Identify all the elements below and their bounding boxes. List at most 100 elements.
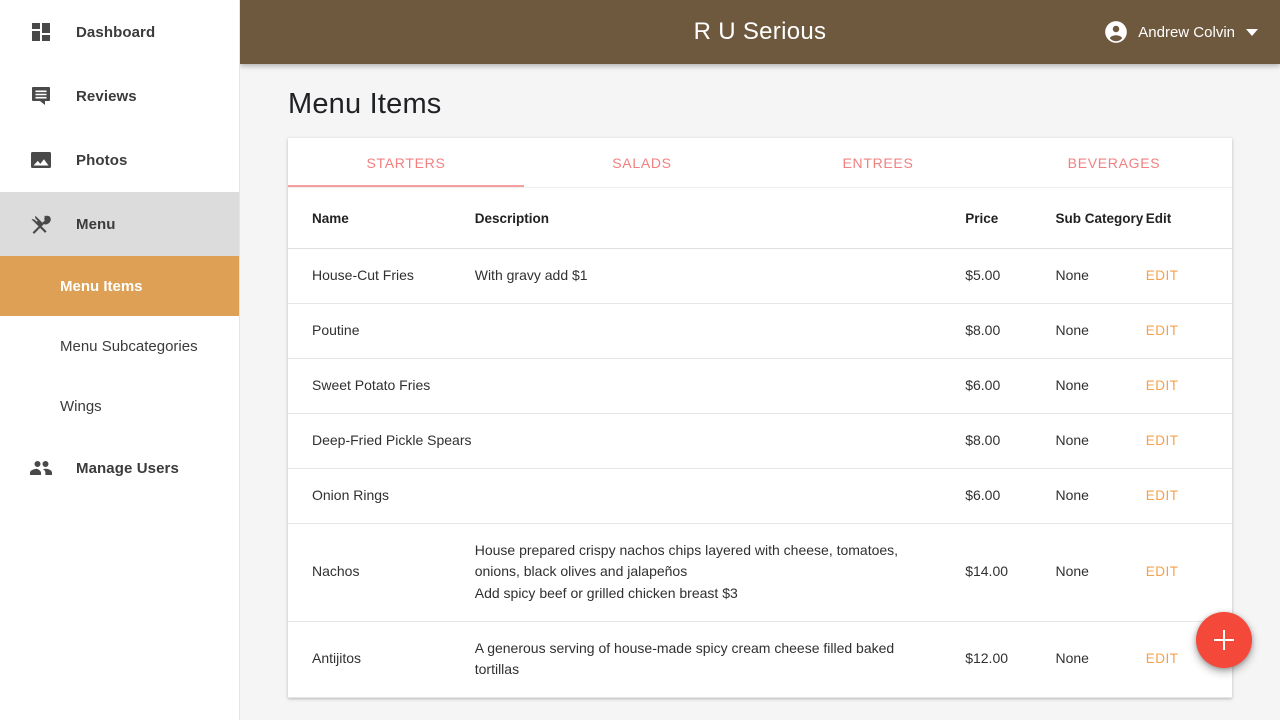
sidebar-subitem-menu-items[interactable]: Menu Items [0,256,239,316]
cell-description: House prepared crispy nachos chips layer… [474,523,966,622]
sidebar-item-label: Reviews [76,87,137,105]
cell-edit: EDIT [1145,358,1232,414]
tab-label: STARTERS [366,154,446,171]
table-row: Antijitos A generous serving of house-mad… [288,621,1232,698]
edit-link[interactable]: EDIT [1146,564,1179,579]
tab-salads[interactable]: SALADS [524,138,760,187]
sidebar-item-reviews[interactable]: Reviews [0,64,239,128]
description-line: onions, black olives and jalapeños [474,563,688,580]
cell-price: $14.00 [965,523,1056,622]
edit-link[interactable]: EDIT [1146,433,1179,448]
cell-subcategory: None [1055,303,1146,359]
description-line: House prepared crispy nachos chips layer… [474,541,899,558]
cell-subcategory: None [1055,413,1146,469]
edit-link[interactable]: EDIT [1146,323,1179,338]
top-app-bar: R U Serious Andrew Colvin [240,0,1280,64]
cell-subcategory: None [1055,621,1146,698]
sidebar-item-label: Photos [76,151,128,169]
sidebar: Dashboard Reviews Photos Menu Menu Items… [0,0,240,720]
edit-link[interactable]: EDIT [1146,268,1179,283]
cell-subcategory: None [1055,523,1146,622]
people-group-icon [28,455,54,481]
column-header-edit: Edit [1145,188,1232,249]
cell-name: Poutine [288,303,475,359]
description-line: A generous serving of house-made spicy c… [474,639,895,656]
sidebar-item-menu[interactable]: Menu [0,192,239,256]
menu-items-table: Name Description Price Sub Category Edit… [288,188,1232,698]
description-line: With gravy add $1 [474,267,588,284]
cell-name: Deep-Fried Pickle Spears [288,413,475,469]
menu-items-card: STARTERS SALADS ENTREES BEVERAGES Name D… [288,138,1232,698]
cell-price: $6.00 [965,358,1056,414]
edit-link[interactable]: EDIT [1146,651,1179,666]
table-body: House-Cut Fries With gravy add $1 $5.00 Non… [288,248,1232,698]
sidebar-subitem-label: Menu Items [60,277,143,295]
page-title: Menu Items [288,88,442,120]
tab-starters[interactable]: STARTERS [288,138,524,187]
cell-name: House-Cut Fries [288,248,475,304]
table-header: Name Description Price Sub Category Edit [288,188,1232,249]
sidebar-item-label: Menu [76,215,116,233]
sidebar-item-manage-users[interactable]: Manage Users [0,436,239,500]
account-circle-icon [1105,21,1128,43]
edit-link[interactable]: EDIT [1146,488,1179,503]
table-row: Nachos House prepared crispy nachos chips… [288,523,1232,622]
sidebar-item-photos[interactable]: Photos [0,128,239,192]
cell-name: Nachos [288,523,475,622]
cell-description [474,413,966,469]
tab-entrees[interactable]: ENTREES [760,138,996,187]
cell-price: $6.00 [965,468,1056,524]
cell-edit: EDIT [1145,303,1232,359]
cell-edit: EDIT [1145,468,1232,524]
cell-edit: EDIT [1145,413,1232,469]
description-line: tortillas [474,661,520,678]
sidebar-subitem-wings[interactable]: Wings [0,376,239,436]
account-name-label: Andrew Colvin [1138,23,1235,41]
column-header-name: Name [288,188,475,249]
edit-link[interactable]: EDIT [1146,378,1179,393]
cell-name: Onion Rings [288,468,475,524]
add-menu-item-fab[interactable] [1196,612,1252,668]
cell-price: $12.00 [965,621,1056,698]
cell-subcategory: None [1055,468,1146,524]
dashboard-grid-icon [28,19,54,45]
cell-edit: EDIT [1145,523,1232,622]
category-tabs: STARTERS SALADS ENTREES BEVERAGES [288,138,1232,188]
chevron-down-icon [1246,28,1258,36]
table-row: Onion Rings $6.00 None EDIT [288,468,1232,524]
table-row: Deep-Fried Pickle Spears $8.00 None EDIT [288,413,1232,469]
app-root: Dashboard Reviews Photos Menu Menu Items… [0,0,1280,720]
sidebar-subitem-label: Menu Subcategories [60,337,198,355]
cell-edit: EDIT [1145,248,1232,304]
cell-name: Sweet Potato Fries [288,358,475,414]
sidebar-subitem-menu-subcategories[interactable]: Menu Subcategories [0,316,239,376]
sidebar-subitem-label: Wings [60,397,102,415]
tab-label: SALADS [612,154,672,171]
cell-description: With gravy add $1 [474,248,966,304]
cell-name: Antijitos [288,621,475,698]
cell-price: $8.00 [965,413,1056,469]
restaurant-utensils-icon [28,211,54,237]
tab-label: ENTREES [842,154,914,171]
table-row: Sweet Potato Fries $6.00 None EDIT [288,358,1232,414]
cell-subcategory: None [1055,358,1146,414]
table-row: House-Cut Fries With gravy add $1 $5.00 Non… [288,248,1232,304]
table-header-row: Name Description Price Sub Category Edit [288,188,1232,249]
cell-subcategory: None [1055,248,1146,304]
sidebar-item-dashboard[interactable]: Dashboard [0,0,239,64]
cell-description [474,358,966,414]
tab-beverages[interactable]: BEVERAGES [996,138,1232,187]
chat-bubble-icon [28,83,54,109]
column-header-description: Description [474,188,966,249]
column-header-price: Price [965,188,1056,249]
cell-description [474,468,966,524]
table-row: Poutine $8.00 None EDIT [288,303,1232,359]
main-content: R U Serious Andrew Colvin Menu Items STA… [240,0,1280,720]
cell-price: $8.00 [965,303,1056,359]
app-brand-title: R U Serious [693,18,827,45]
cell-description [474,303,966,359]
cell-description: A generous serving of house-made spicy c… [474,621,966,698]
photo-image-icon [28,147,54,173]
cell-price: $5.00 [965,248,1056,304]
account-menu-button[interactable]: Andrew Colvin [1103,0,1258,64]
